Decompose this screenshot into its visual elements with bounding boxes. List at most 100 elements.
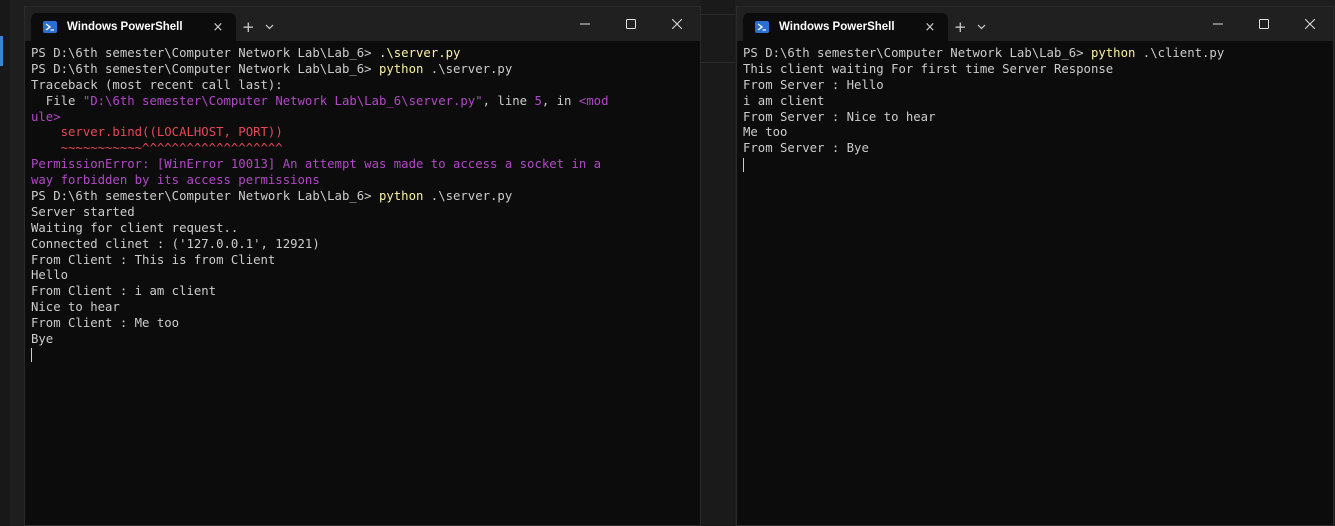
window-controls [1195, 7, 1333, 41]
terminal-text-segment: From Client : This is from Client [31, 252, 276, 267]
new-tab-button[interactable]: + [236, 13, 261, 41]
text-cursor [743, 157, 744, 172]
terminal-line: From Client : i am client [31, 284, 700, 300]
maximize-button[interactable] [608, 7, 654, 41]
minimize-button[interactable] [562, 7, 608, 41]
terminal-text-segment: Nice to hear [31, 300, 120, 315]
terminal-text-segment: 5 [534, 93, 542, 108]
title-bar[interactable]: Windows PowerShell × + [737, 7, 1333, 41]
tab-close-button[interactable]: × [206, 20, 230, 35]
editor-activity-marker [0, 36, 3, 66]
powershell-icon [755, 21, 769, 33]
terminal-text-segment: <mod [578, 93, 609, 108]
terminal-line: From Client : This is from Client [31, 253, 700, 269]
terminal-text-segment: From Server : Nice to hear [743, 109, 936, 124]
terminal-text-segment: ) [275, 125, 283, 140]
background-editor-strip [0, 0, 10, 526]
terminal-line: From Server : Nice to hear [743, 110, 1333, 126]
terminal-line: From Client : Me too [31, 316, 700, 332]
terminal-output[interactable]: PS D:\6th semester\Computer Network Lab\… [737, 41, 1333, 173]
terminal-text-segment: PS D:\6th semester\Computer Network Lab\… [31, 61, 379, 76]
terminal-text-segment: From Client : i am client [31, 284, 217, 299]
terminal-text-segment: PS D:\6th semester\Computer Network Lab\… [31, 46, 379, 60]
powershell-icon [43, 21, 57, 33]
minimize-icon [1213, 23, 1223, 25]
terminal-line: Hello [31, 268, 700, 284]
terminal-line: Nice to hear [31, 300, 700, 316]
maximize-icon [1259, 19, 1269, 29]
terminal-text-segment: "D:\6th semester\Computer Network Lab\La… [82, 93, 483, 108]
tab-dropdown-button[interactable] [261, 13, 278, 41]
title-bar[interactable]: Windows PowerShell × + [25, 7, 700, 41]
terminal-text-segment: python [378, 189, 424, 204]
gap-divider [701, 14, 735, 15]
terminal-text-segment: , in [541, 93, 579, 108]
tab-title: Windows PowerShell [779, 21, 895, 33]
tab-close-button[interactable]: × [918, 20, 942, 35]
terminal-text-segment: server.bind( [31, 125, 150, 140]
gap-divider [701, 62, 735, 63]
terminal-text-segment: .\server.py [423, 61, 513, 76]
window-controls [562, 7, 700, 41]
close-icon [672, 19, 682, 29]
terminal-line: ~~~~~~~~~~~^^^^^^^^^^^^^^^^^^^ [31, 141, 700, 157]
terminal-text-segment: i am client [743, 93, 825, 108]
terminal-text-segment: ~~~~~~~~~~~^^^^^^^^^^^^^^^^^^^ [31, 141, 283, 156]
terminal-text-segment: PS D:\6th semester\Computer Network Lab\… [743, 46, 1091, 60]
terminal-line: PS D:\6th semester\Computer Network Lab\… [31, 189, 700, 205]
powershell-window-server[interactable]: Windows PowerShell × + PS D:\6th semeste… [24, 6, 701, 526]
terminal-text-segment: File [31, 93, 83, 108]
terminal-text-segment: : [WinError 10013] An attempt was made t… [142, 157, 602, 172]
terminal-line: ule> [31, 110, 700, 126]
terminal-text-segment: .\client.py [1135, 46, 1225, 60]
terminal-line: Connected clinet : ('127.0.0.1', 12921) [31, 237, 700, 253]
terminal-text-segment: From Server : Bye [743, 141, 869, 156]
tab-windows-powershell[interactable]: Windows PowerShell × [743, 13, 948, 41]
terminal-line: PS D:\6th semester\Computer Network Lab\… [31, 46, 700, 62]
tab-dropdown-button[interactable] [973, 13, 990, 41]
new-tab-button[interactable]: + [948, 13, 973, 41]
terminal-text-segment: (LOCALHOST, PORT) [149, 125, 276, 140]
terminal-line: way forbidden by its access permissions [31, 173, 700, 189]
terminal-line: File "D:\6th semester\Computer Network L… [31, 94, 700, 110]
terminal-text-segment: way forbidden by its access permissions [31, 173, 320, 188]
terminal-text-segment: From Client : Me too [31, 316, 180, 331]
terminal-prompt-line[interactable] [31, 348, 700, 364]
terminal-line: Waiting for client request.. [31, 221, 700, 237]
terminal-text-segment: From Server : Hello [743, 77, 884, 92]
text-cursor [31, 348, 32, 363]
terminal-text-segment: Connected clinet : ('127.0.0.1', 12921) [31, 236, 320, 251]
terminal-output[interactable]: PS D:\6th semester\Computer Network Lab\… [25, 41, 700, 364]
terminal-text-segment: This client waiting For first time Serve… [743, 61, 1114, 76]
terminal-text-segment: Hello [31, 268, 69, 283]
terminal-line: Bye [31, 332, 700, 348]
terminal-text-segment: Me too [743, 125, 788, 140]
powershell-window-client[interactable]: Windows PowerShell × + PS D:\6th semeste… [736, 6, 1334, 526]
desktop: Windows PowerShell × + PS D:\6th semeste… [0, 0, 1335, 526]
close-icon [1305, 19, 1315, 29]
terminal-line: PermissionError: [WinError 10013] An att… [31, 157, 700, 173]
terminal-text-segment: ule> [31, 109, 61, 124]
terminal-text-segment: .\server.py [378, 46, 461, 60]
terminal-prompt-line[interactable] [743, 157, 1333, 173]
terminal-text-segment: Waiting for client request.. [31, 220, 239, 235]
tab-windows-powershell[interactable]: Windows PowerShell × [31, 13, 236, 41]
terminal-text-segment: python [378, 61, 424, 76]
minimize-button[interactable] [1195, 7, 1241, 41]
close-button[interactable] [654, 7, 700, 41]
terminal-text-segment: Bye [31, 332, 54, 347]
terminal-line: Server started [31, 205, 700, 221]
chevron-down-icon [265, 24, 274, 30]
terminal-line: From Server : Hello [743, 78, 1333, 94]
terminal-line: PS D:\6th semester\Computer Network Lab\… [31, 62, 700, 78]
background-gap [701, 0, 735, 526]
terminal-line: PS D:\6th semester\Computer Network Lab\… [743, 46, 1333, 62]
tab-title: Windows PowerShell [67, 21, 183, 33]
terminal-text-segment: PermissionError [31, 157, 143, 172]
maximize-button[interactable] [1241, 7, 1287, 41]
chevron-down-icon [977, 24, 986, 30]
terminal-line: Me too [743, 125, 1333, 141]
terminal-text-segment: Server started [31, 204, 135, 219]
terminal-line: Traceback (most recent call last): [31, 78, 700, 94]
close-button[interactable] [1287, 7, 1333, 41]
